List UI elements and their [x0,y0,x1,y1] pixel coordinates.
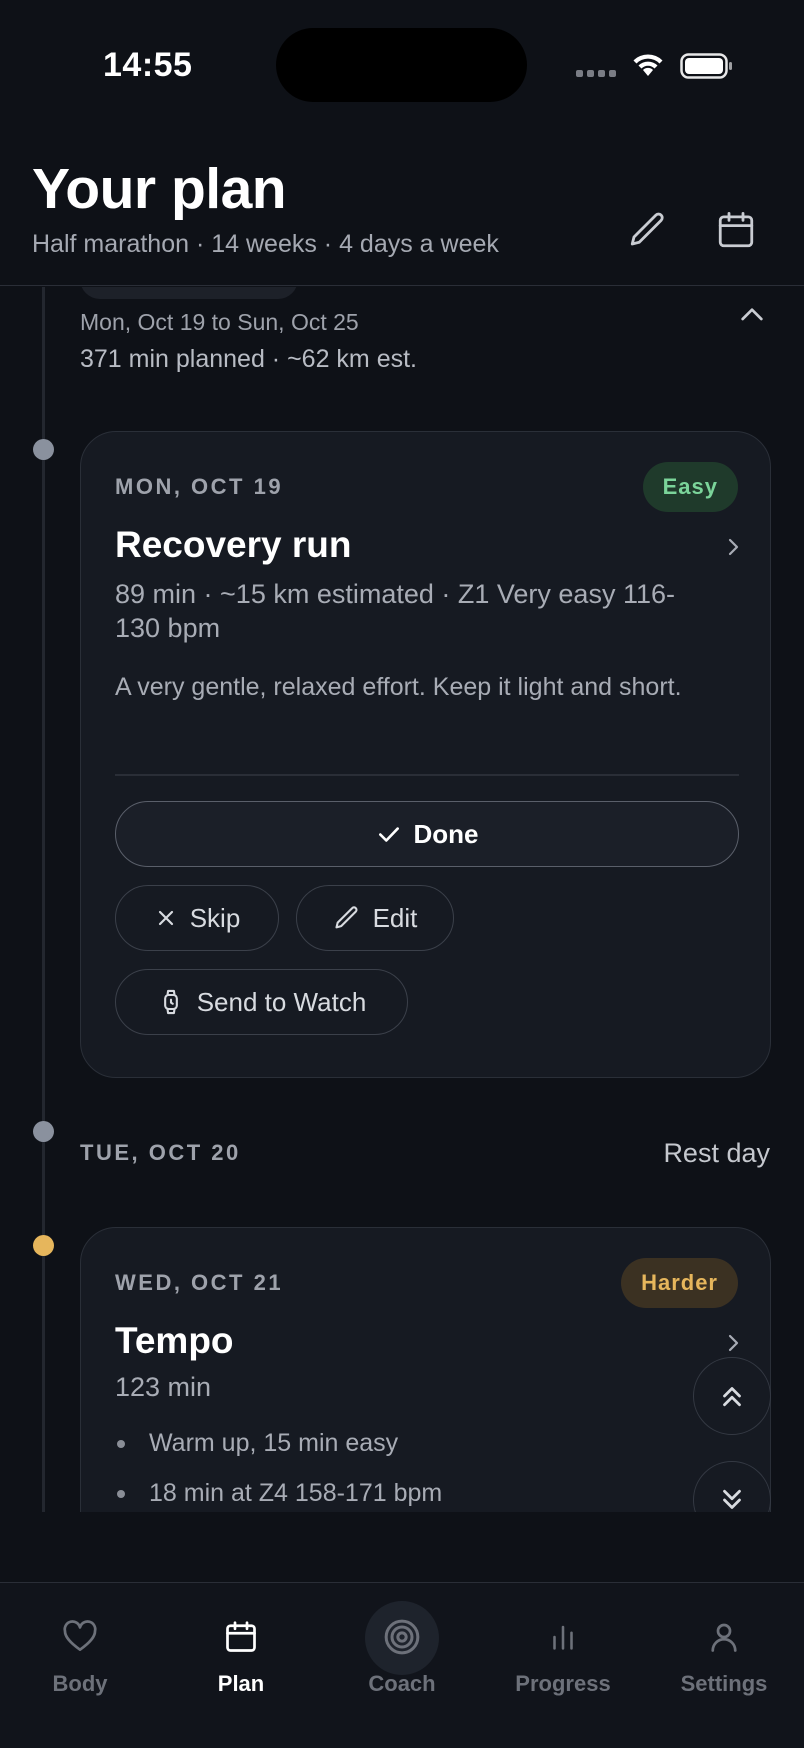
double-chevron-up-icon [723,1387,741,1407]
workout-meta: 123 min [115,1372,212,1402]
tab-label: Progress [515,1671,611,1696]
done-label: Done [413,818,479,849]
week-range: Mon, Oct 19 to Sun, Oct 25 [80,309,359,335]
battery-icon [680,53,732,79]
scroll-up-button[interactable] [693,1357,771,1435]
intensity-badge: Easy [642,462,738,512]
tab-settings[interactable]: Settings [644,1583,804,1703]
skip-label: Skip [189,902,241,933]
tab-progress[interactable]: Progress [483,1583,643,1703]
week-summary: 371 min planned · ~62 km est. [80,345,417,373]
cellular-signal-icon [576,70,616,78]
workout-step: Warm up, 15 min easy [115,1418,715,1468]
close-icon [158,910,173,926]
tab-label: Body [52,1671,108,1696]
watch-icon [163,989,178,1015]
workout-date: WED, OCT 21 [115,1270,284,1295]
chevron-right-icon[interactable] [721,1331,745,1355]
send-label: Send to Watch [196,986,367,1017]
status-time: 14:55 [103,46,193,84]
done-button[interactable]: Done [115,801,739,867]
workout-meta: 89 min · ~15 km estimated · Z1 Very easy… [115,579,675,643]
page-header: Your plan Half marathon · 14 weeks · 4 d… [0,130,804,286]
edit-workout-button[interactable]: Edit [296,885,454,951]
plan-screen: 14:55 Your plan Half marathon · 14 weeks… [0,0,804,1748]
workout-description: A very gentle, relaxed effort. Keep it l… [115,673,682,701]
bar-chart-icon [553,1625,573,1650]
chevron-right-icon[interactable] [721,535,745,559]
tab-body[interactable]: Body [0,1583,160,1703]
workout-step: 18 min at Z4 158-171 bpm [115,1468,715,1512]
plan-timeline[interactable]: Mon, Oct 19 to Sun, Oct 25 371 min plann… [0,287,804,1512]
workout-steps: Warm up, 15 min easy 18 min at Z4 158-17… [115,1418,715,1512]
tab-bar: Body Plan Coach Progress Settings [0,1582,804,1748]
workout-date: MON, OCT 19 [115,474,284,499]
workout-title: Recovery run [115,524,352,565]
workout-card[interactable]: MON, OCT 19 Easy Recovery run 89 min · ~… [80,431,771,1078]
wifi-icon [633,54,663,76]
rest-day-date: TUE, OCT 20 [80,1140,241,1165]
target-icon [384,1619,420,1655]
rest-day-label: Rest day [663,1138,770,1168]
plan-summary: Half marathon · 14 weeks · 4 days a week [32,230,499,258]
pencil-icon [630,212,664,246]
timeline-line [42,287,45,1512]
intensity-badge: Harder [621,1258,738,1308]
tab-label: Settings [680,1671,768,1696]
skip-button[interactable]: Skip [115,885,279,951]
week-label-pill [80,287,298,299]
status-bar: 14:55 [0,0,804,130]
pencil-icon [335,906,358,929]
timeline-dot [33,1121,54,1142]
double-chevron-down-icon [723,1489,741,1509]
dynamic-island [276,28,527,102]
tab-label: Plan [217,1671,265,1696]
person-icon [711,1623,737,1652]
send-to-watch-button[interactable]: Send to Watch [115,969,408,1035]
calendar-icon [226,1621,256,1652]
collapse-week-button[interactable] [736,299,768,331]
calendar-icon [718,211,754,248]
timeline-dot [33,1235,54,1256]
calendar-button[interactable] [708,202,764,258]
edit-plan-button[interactable] [620,202,676,258]
edit-label: Edit [372,902,418,933]
page-title: Your plan [32,157,287,221]
heart-icon [63,1620,97,1652]
workout-title: Tempo [115,1320,234,1361]
tab-plan[interactable]: Plan [161,1583,321,1703]
checkmark-icon [378,827,399,842]
workout-card[interactable]: WED, OCT 21 Harder Tempo 123 min Warm up… [80,1227,771,1512]
card-divider [115,774,739,776]
timeline-dot [33,439,54,460]
tab-coach[interactable]: Coach [322,1583,482,1703]
